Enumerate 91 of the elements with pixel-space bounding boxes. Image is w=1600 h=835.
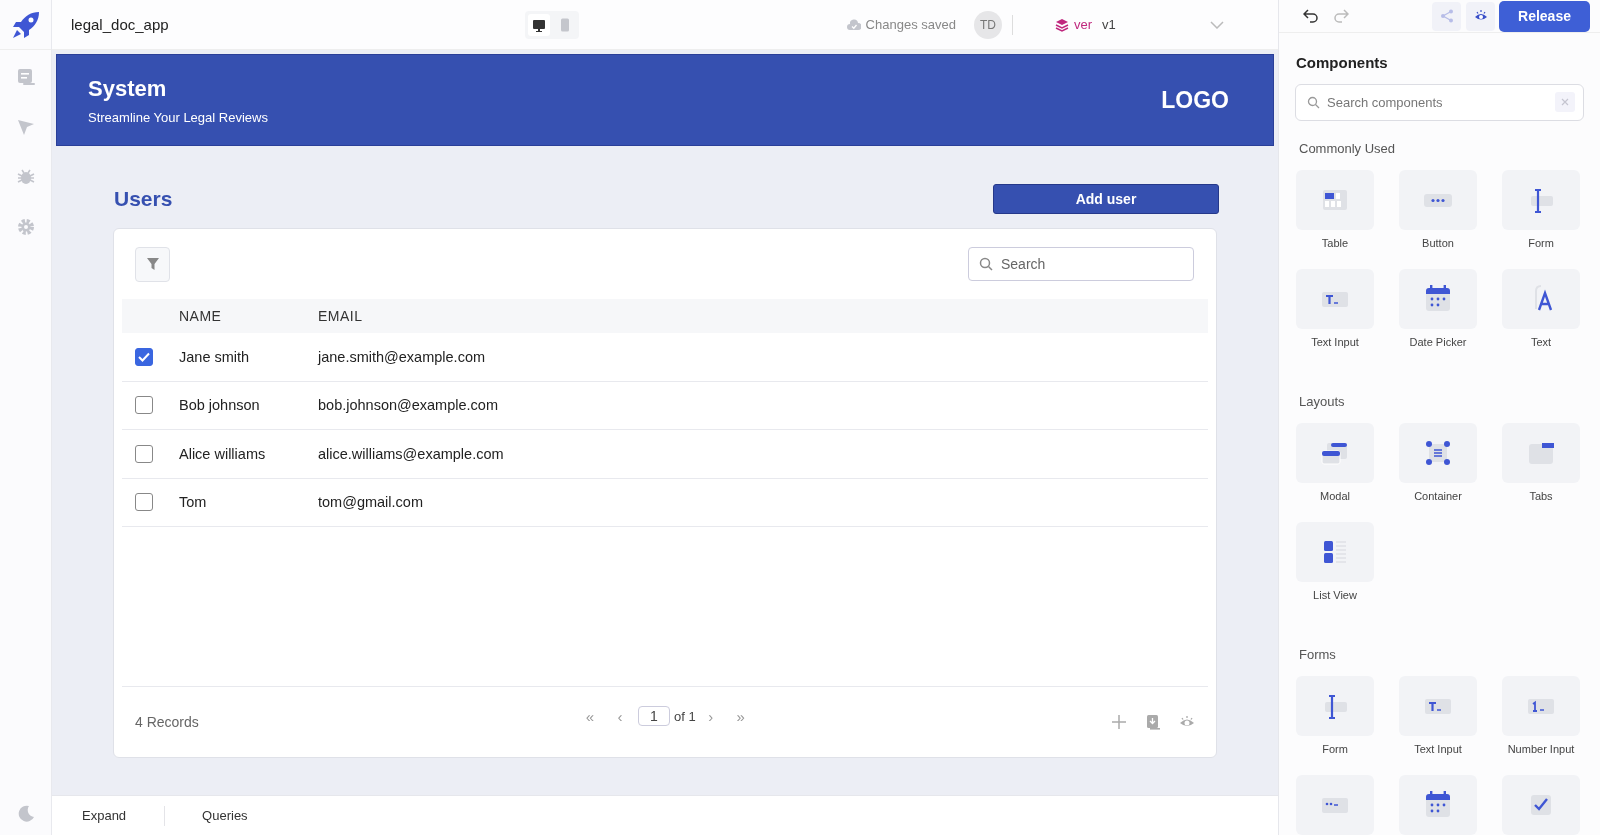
tile-label: Form: [1322, 743, 1348, 757]
undo-icon[interactable]: [1303, 9, 1319, 23]
app-name: legal_doc_app: [71, 16, 169, 33]
section-heading: Users: [114, 187, 173, 211]
table-cell-text: Tom: [179, 494, 208, 511]
save-status: Changes saved: [865, 17, 956, 32]
filter-icon: [145, 257, 160, 271]
release-button[interactable]: Release: [1499, 0, 1590, 32]
column-header: NAME: [179, 308, 223, 324]
column-header: EMAIL: [318, 308, 364, 324]
table-cell-text: Alice williams: [179, 445, 267, 462]
chevron-down-icon[interactable]: [1209, 20, 1224, 29]
page-total: of 1: [674, 708, 696, 724]
component-tile[interactable]: [1502, 775, 1580, 835]
logo: LOGO: [1161, 86, 1229, 114]
component-tile[interactable]: [1399, 423, 1477, 483]
component-tile[interactable]: [1399, 775, 1477, 835]
component-tile[interactable]: [1502, 423, 1580, 483]
page-number-field[interactable]: 1: [638, 706, 670, 726]
cursor-arrow-icon[interactable]: [16, 118, 35, 136]
add-user-button[interactable]: Add user: [993, 184, 1219, 214]
tile-label: Text Input: [1311, 336, 1359, 350]
table-cell-text: jane.smith@example.com: [318, 348, 487, 365]
preview-button[interactable]: [1466, 1, 1495, 31]
rocket-icon: [10, 9, 41, 40]
next-page-button[interactable]: ›: [695, 707, 726, 725]
share-button[interactable]: [1432, 1, 1461, 31]
section-title: Forms: [1299, 647, 1337, 662]
page-icon[interactable]: [16, 68, 35, 86]
version-label: ver: [1073, 17, 1092, 32]
component-tile[interactable]: [1399, 269, 1477, 329]
component-tile[interactable]: [1296, 676, 1374, 736]
tile-label: Tabs: [1529, 490, 1553, 504]
component-tile[interactable]: [1296, 522, 1374, 582]
component-tile[interactable]: [1502, 170, 1580, 230]
table-cell-text: Bob johnson: [179, 397, 261, 414]
component-tile[interactable]: [1296, 170, 1374, 230]
component-tile[interactable]: [1502, 269, 1580, 329]
settings-icon[interactable]: [16, 218, 35, 236]
previous-page-button[interactable]: ‹: [605, 707, 635, 725]
monitor-icon: [531, 17, 546, 32]
row-checkbox[interactable]: [135, 444, 153, 463]
search-field[interactable]: Search: [968, 247, 1194, 281]
row-checkbox[interactable]: [135, 347, 153, 366]
tile-label: Number Input: [1507, 743, 1575, 757]
redo-icon[interactable]: [1333, 9, 1349, 23]
record-count: 4 Records: [135, 714, 200, 730]
filter-button[interactable]: [135, 246, 170, 282]
last-page-button[interactable]: »: [725, 707, 756, 725]
tile-label: Text: [1530, 336, 1552, 350]
table-cell-text: Jane smith: [179, 348, 251, 365]
tile-label: Table: [1321, 237, 1349, 251]
component-tile[interactable]: [1399, 676, 1477, 736]
tile-label: Date Picker: [1409, 336, 1467, 350]
plus-icon[interactable]: [1111, 714, 1127, 730]
bug-icon[interactable]: [16, 168, 35, 186]
close-icon: [1561, 98, 1569, 106]
tile-label: Button: [1422, 237, 1454, 251]
bottom-tab[interactable]: Expand: [82, 804, 127, 827]
banner-subtitle: Streamline Your Legal Reviews: [88, 109, 268, 125]
moon-icon[interactable]: [16, 805, 35, 823]
component-tile[interactable]: [1296, 775, 1374, 835]
share-icon: [1439, 9, 1454, 23]
section-title: Commonly Used: [1299, 141, 1397, 156]
user-avatar[interactable]: TD: [973, 10, 1002, 39]
download-icon[interactable]: [1145, 714, 1161, 730]
component-tile[interactable]: [1502, 676, 1580, 736]
tile-label: Text Input: [1414, 743, 1462, 757]
desktop-mode-button[interactable]: [527, 13, 550, 36]
component-tile[interactable]: [1296, 423, 1374, 483]
clear-button[interactable]: [1555, 92, 1575, 112]
tile-label: Form: [1528, 237, 1554, 251]
panel-title: Components: [1296, 54, 1389, 71]
component-search-field[interactable]: Search components: [1295, 84, 1584, 121]
row-checkbox[interactable]: [135, 493, 153, 512]
component-tile[interactable]: [1296, 269, 1374, 329]
cloud-icon: [846, 18, 861, 31]
banner-title: System: [88, 75, 168, 102]
table-cell-text: tom@gmail.com: [318, 494, 424, 511]
tile-label: Container: [1414, 490, 1462, 504]
tile-label: List View: [1313, 589, 1357, 603]
layers-icon: [1054, 17, 1069, 32]
section-title: Layouts: [1299, 394, 1346, 409]
tile-label: Modal: [1320, 490, 1350, 504]
bottom-tab[interactable]: Queries: [202, 804, 248, 827]
component-tile[interactable]: [1399, 170, 1477, 230]
first-page-button[interactable]: «: [575, 707, 605, 725]
version-number[interactable]: v1: [1102, 17, 1116, 32]
row-checkbox[interactable]: [135, 396, 153, 415]
table-cell-text: alice.williams@example.com: [318, 445, 505, 462]
table-cell-text: bob.johnson@example.com: [318, 397, 499, 414]
